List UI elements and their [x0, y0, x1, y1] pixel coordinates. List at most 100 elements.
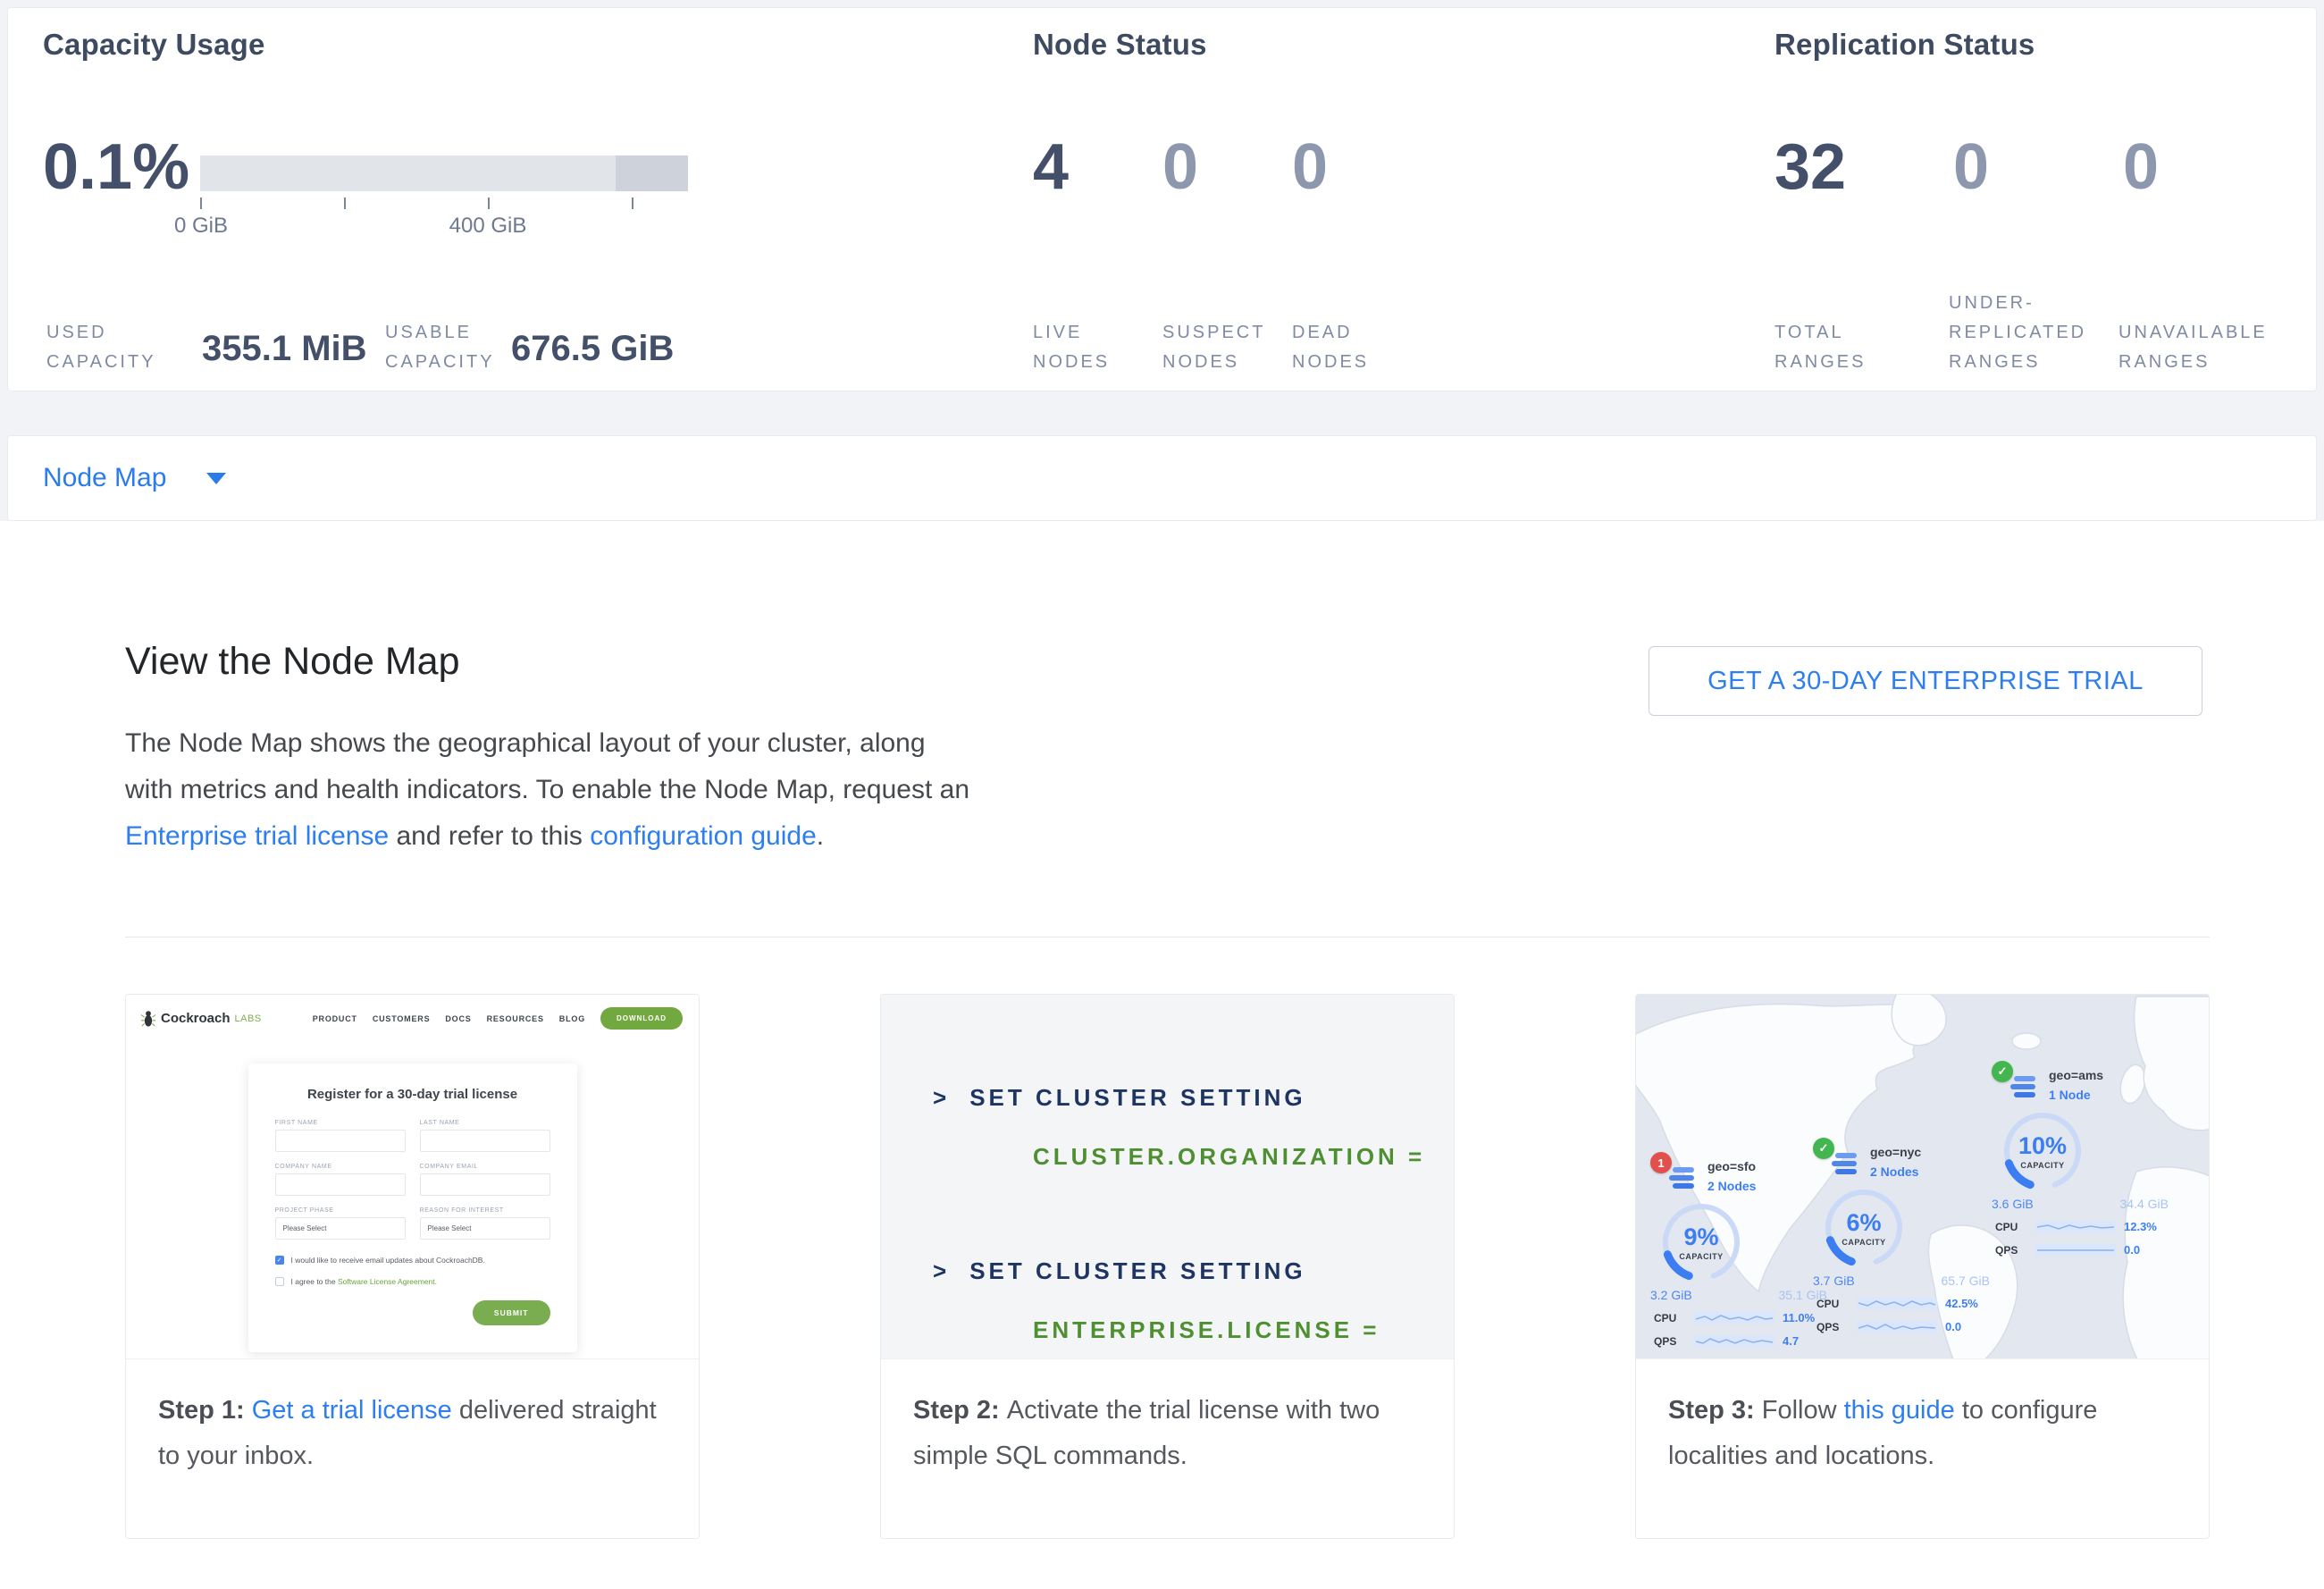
label-line: DEAD	[1292, 323, 1353, 342]
cpu-sparkline	[2035, 1221, 2116, 1232]
locality-name: geo=ams	[2049, 1068, 2103, 1082]
step-number: Step 3:	[1668, 1396, 1762, 1425]
label-text: I agree to the	[291, 1277, 338, 1286]
select-value: Please Select	[428, 1224, 472, 1232]
total-ranges-count: 32	[1774, 131, 1846, 203]
cpu-value: 12.3%	[2124, 1220, 2157, 1233]
unavailable-ranges-label: UNAVAILABLE RANGES	[2118, 318, 2268, 377]
sql-cluster-organization: CLUSTER.ORGANIZATION =	[1033, 1143, 1425, 1171]
axis-tick-label: 0 GiB	[143, 214, 259, 239]
nav-item: RESOURCES	[487, 1014, 544, 1023]
qps-label: QPS	[1995, 1244, 2027, 1257]
label-line: UNAVAILABLE	[2118, 323, 2268, 342]
used-gib: 3.2 GiB	[1650, 1288, 1692, 1302]
used-capacity-value: 355.1 MiB	[202, 327, 367, 370]
node-map-dropdown-label: Node Map	[43, 463, 166, 493]
step2-caption: Step 2: Activate the trial license with …	[881, 1359, 1454, 1479]
brand-suffix: LABS	[235, 1013, 262, 1024]
registration-screenshot: Cockroach LABS PRODUCT CUSTOMERS DOCS RE…	[126, 995, 699, 1359]
field-label: PROJECT PHASE	[275, 1207, 406, 1214]
project-phase-select: Please Select	[275, 1217, 406, 1240]
company-email-field	[420, 1173, 550, 1196]
capacity-label: CAPACITY	[1661, 1252, 1741, 1261]
reason-select: Please Select	[420, 1217, 550, 1240]
license-agreement-checkbox-row: I agree to the Software License Agreemen…	[275, 1277, 550, 1286]
capacity-gauge: 9% CAPACITY	[1661, 1202, 1741, 1282]
chevron-down-icon	[206, 473, 226, 484]
field-label: REASON FOR INTEREST	[420, 1207, 550, 1214]
usable-capacity-value: 676.5 GiB	[511, 327, 674, 370]
axis-tick	[200, 198, 202, 209]
qps-value: 0.0	[1945, 1320, 1961, 1333]
label-line: TOTAL	[1774, 323, 1844, 342]
node-map-preview: 1 geo=sfo 2 Nodes 9% CAPACITY 3.2 GiB35.…	[1636, 995, 2209, 1359]
cpu-sparkline	[1694, 1312, 1774, 1324]
capacity-label: CAPACITY	[1824, 1238, 1904, 1247]
download-button: DOWNLOAD	[600, 1007, 683, 1030]
description-text: .	[817, 821, 824, 851]
sql-set-cluster-setting-2: >SET CLUSTER SETTING	[933, 1257, 1306, 1285]
label-line: SUSPECT	[1162, 323, 1265, 342]
step3-card: 1 geo=sfo 2 Nodes 9% CAPACITY 3.2 GiB35.…	[1635, 994, 2210, 1539]
description-text: and refer to this	[389, 821, 590, 851]
cpu-label: CPU	[1995, 1221, 2027, 1233]
axis-tick	[488, 198, 490, 209]
get-trial-license-link[interactable]: Get a trial license	[252, 1396, 452, 1425]
node-count: 1 Node	[2049, 1088, 2091, 1102]
total-ranges-label: TOTALRANGES	[1774, 318, 1866, 377]
axis-tick	[344, 198, 346, 209]
software-license-link: Software License Agreement.	[338, 1277, 437, 1286]
node-count: 2 Nodes	[1707, 1179, 1756, 1193]
sql-command: SET CLUSTER SETTING	[969, 1084, 1305, 1111]
mini-site-nav: PRODUCT CUSTOMERS DOCS RESOURCES BLOG DO…	[313, 1007, 683, 1030]
email-updates-checkbox-row: ✓ I would like to receive email updates a…	[275, 1256, 550, 1265]
node-marker-sfo: 1 geo=sfo 2 Nodes 9% CAPACITY 3.2 GiB35.…	[1650, 1152, 1838, 1358]
submit-button: SUBMIT	[473, 1300, 550, 1325]
database-stack-icon	[2009, 1076, 2040, 1100]
used-capacity-label: USEDCAPACITY	[46, 318, 156, 377]
checkbox-checked-icon: ✓	[275, 1256, 284, 1265]
qps-sparkline	[1857, 1321, 1937, 1333]
capacity-usage-title: Capacity Usage	[43, 28, 265, 62]
locality-name: geo=sfo	[1707, 1159, 1756, 1173]
node-map-dropdown[interactable]: Node Map	[7, 435, 2317, 521]
unavailable-count: 0	[2123, 131, 2159, 203]
used-gib: 3.6 GiB	[1992, 1197, 2034, 1211]
node-count: 2 Nodes	[1870, 1164, 1918, 1179]
checkbox-label: I would like to receive email updates ab…	[291, 1256, 485, 1265]
qps-label: QPS	[1654, 1335, 1686, 1348]
configuration-guide-link[interactable]: configuration guide	[590, 821, 817, 851]
nav-item: DOCS	[445, 1014, 471, 1023]
field-label: FIRST NAME	[275, 1120, 406, 1126]
field-label: COMPANY NAME	[275, 1164, 406, 1170]
total-gib: 34.4 GiB	[2120, 1197, 2169, 1211]
used-gib: 3.7 GiB	[1813, 1274, 1855, 1288]
label-line: LIVE	[1033, 323, 1082, 342]
step-number: Step 2:	[913, 1396, 1007, 1425]
nav-item: CUSTOMERS	[373, 1014, 431, 1023]
enterprise-trial-license-link[interactable]: Enterprise trial license	[125, 821, 389, 851]
sql-enterprise-license: ENTERPRISE.LICENSE =	[1033, 1316, 1380, 1344]
sql-prompt: >	[933, 1257, 950, 1284]
axis-tick-label: 400 GiB	[425, 214, 550, 239]
label-line: REPLICATED	[1949, 323, 2086, 342]
database-stack-icon	[1831, 1153, 1861, 1177]
this-guide-link[interactable]: this guide	[1844, 1396, 1955, 1425]
dead-nodes-count: 0	[1292, 131, 1328, 203]
label-line: NODES	[1162, 352, 1239, 372]
cpu-value: 42.5%	[1945, 1297, 1978, 1310]
cockroach-labs-logo: Cockroach LABS	[140, 1010, 262, 1028]
capacity-percent: 10%	[2002, 1132, 2083, 1160]
field-label: LAST NAME	[420, 1120, 550, 1126]
step2-card: >SET CLUSTER SETTING CLUSTER.ORGANIZATIO…	[880, 994, 1455, 1539]
label-line: USED	[46, 323, 107, 342]
field-label: COMPANY EMAIL	[420, 1164, 550, 1170]
step1-card: Cockroach LABS PRODUCT CUSTOMERS DOCS RE…	[125, 994, 700, 1539]
label-line: RANGES	[2118, 352, 2210, 372]
qps-sparkline	[1694, 1335, 1774, 1347]
get-enterprise-trial-button[interactable]: GET A 30-DAY ENTERPRISE TRIAL	[1649, 646, 2202, 716]
capacity-bar-reserved-segment	[616, 156, 688, 191]
label-line: CAPACITY	[385, 352, 495, 372]
usable-capacity-label: USABLECAPACITY	[385, 318, 495, 377]
cpu-label: CPU	[1816, 1298, 1849, 1310]
